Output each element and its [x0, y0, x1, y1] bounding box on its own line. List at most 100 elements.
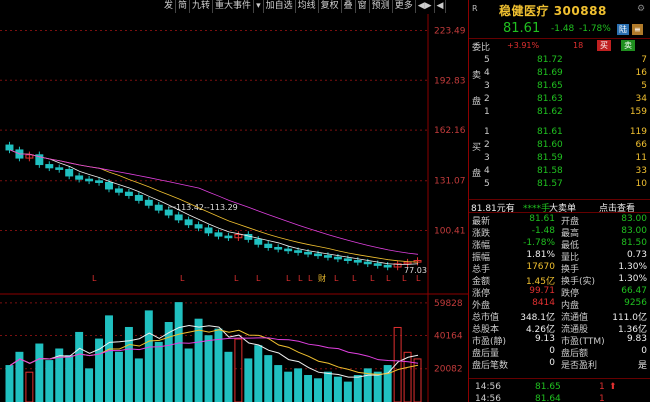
tick-volume: 1: [599, 382, 605, 392]
asks-row[interactable]: 卖 4 81.69 16: [469, 68, 650, 81]
stock-name-code: 稳健医疗 300888: [499, 4, 607, 18]
stat-value: 9.83: [626, 334, 647, 344]
weibi-row: 委比 +3.91% 18 买 卖: [469, 38, 650, 53]
menu-icon[interactable]: ≡: [632, 24, 643, 35]
volume-bar: [304, 375, 313, 402]
kline-chart[interactable]: 223.49 192.83 162.16 131.07 100.41 113.42--11…: [0, 14, 468, 402]
asks-row[interactable]: 3 81.65 5: [469, 81, 650, 94]
view-link[interactable]: 点击查看: [599, 201, 635, 214]
volume-bar: [284, 371, 293, 402]
volume-bar: [323, 371, 332, 402]
stat-value: 8414: [532, 298, 555, 308]
event-marker: L: [298, 274, 303, 283]
chart-toolbar: 发简九转 重大事件 ▾ 加自选 均线 复权叠窗预测 更多 ◀▶ ◀: [162, 0, 447, 13]
toolbar-item[interactable]: 简: [176, 0, 191, 13]
stat-value: 83.00: [621, 226, 647, 236]
volume-tick-label: 40164: [434, 331, 463, 341]
buy-button[interactable]: 买: [597, 40, 611, 51]
toolbar-item[interactable]: 加自选: [264, 0, 296, 13]
bids-side-label: 买: [472, 143, 482, 153]
asks-row[interactable]: 盘 2 81.63 34: [469, 94, 650, 107]
stats-row: 涨幅 -1.78% 最低 81.50: [469, 238, 650, 251]
hk-connect-badge[interactable]: 陆: [617, 24, 629, 35]
toolbar-item[interactable]: ◀▶: [416, 0, 435, 13]
toolbar-item[interactable]: 发: [162, 0, 177, 13]
toolbar-item[interactable]: 复权: [319, 0, 342, 13]
bids-row[interactable]: 3 81.59 11: [469, 153, 650, 166]
sell-button[interactable]: 卖: [621, 40, 635, 51]
stat-value: -1.48: [531, 226, 555, 236]
volume-bar: [333, 376, 342, 402]
candle-body: [363, 261, 372, 265]
volume-bar: [45, 360, 54, 402]
candle-body: [85, 178, 94, 182]
volume-bar: [154, 341, 163, 402]
bids-price: 81.60: [537, 140, 563, 150]
bids-price: 81.61: [537, 127, 563, 137]
stat-value: 1.30%: [618, 274, 647, 284]
price-change-pct: -1.78%: [579, 24, 611, 34]
volume-bar: [95, 338, 104, 402]
volume-bar: [403, 351, 412, 402]
toolbar-item[interactable]: ◀: [435, 0, 447, 13]
stats-row: 最新 81.61 开盘 83.00: [469, 214, 650, 227]
asks-row[interactable]: 5 81.72 7: [469, 55, 650, 68]
asks-row[interactable]: 1 81.62 159: [469, 107, 650, 120]
event-marker: L: [352, 274, 357, 283]
toolbar-item[interactable]: 均线: [296, 0, 319, 13]
candle-body: [144, 199, 153, 206]
volume-bar: [194, 318, 203, 402]
toolbar-item[interactable]: 重大事件: [213, 0, 255, 13]
bids-volume: 10: [635, 179, 647, 189]
bids-level: 1: [484, 127, 490, 137]
toolbar-item[interactable]: ▾: [254, 0, 264, 13]
stat-value: 99.71: [529, 286, 555, 296]
big-order-bar[interactable]: 81.81元有 ****手 大卖单 点击查看: [469, 199, 650, 214]
candle-body: [65, 168, 74, 177]
toolbar-item[interactable]: 预测: [370, 0, 393, 13]
candle-body: [105, 181, 113, 190]
event-marker: L: [256, 274, 261, 283]
event-marker: L: [92, 274, 97, 283]
candle-body: [114, 188, 123, 193]
volume-bar: [353, 375, 362, 402]
candle-body: [304, 251, 313, 255]
candle-body: [373, 263, 382, 266]
asks-level: 4: [484, 68, 490, 78]
candle-body: [174, 214, 183, 221]
weibi-label: 委比: [472, 43, 491, 53]
toolbar-item[interactable]: 九转: [190, 0, 214, 13]
volume-bar: [25, 371, 34, 402]
gear-icon[interactable]: ⚙: [637, 4, 645, 14]
candle-body: [55, 167, 64, 170]
candle-body: [274, 246, 283, 250]
price-tick-label: 223.49: [434, 26, 466, 36]
toolbar-item[interactable]: 窗: [356, 0, 370, 13]
event-marker: L: [402, 274, 407, 283]
candle-body: [194, 224, 203, 229]
weibi-value: +3.91%: [507, 41, 540, 50]
tick-row: 14:56 81.64 1: [469, 394, 650, 402]
bids-row[interactable]: 1 81.61 119: [469, 127, 650, 140]
candle-body: [134, 194, 143, 201]
bids-row[interactable]: 盘 4 81.58 33: [469, 166, 650, 179]
stats-row: 涨跌 -1.48 最高 83.00: [469, 226, 650, 239]
volume-bar: [105, 315, 113, 402]
toolbar-item[interactable]: 更多: [393, 0, 416, 13]
stats-row: 振幅 1.81% 量比 0.73: [469, 250, 650, 263]
stats-row: 金额 1.45亿 换手(实) 1.30%: [469, 274, 650, 287]
bids-row[interactable]: 5 81.57 10: [469, 179, 650, 192]
bids-row[interactable]: 买 2 81.60 66: [469, 140, 650, 153]
stats-row: 盘后笔数 0 是否盈利 是: [469, 358, 650, 371]
asks-volume: 16: [635, 68, 647, 78]
candle-body: [124, 191, 133, 196]
volume-bar: [134, 358, 143, 402]
stat-value: 17670: [526, 262, 555, 272]
event-marker: L: [370, 274, 375, 283]
stat-value: 81.61: [529, 214, 555, 224]
tick-row: 14:56 81.65 1 ⬆: [469, 382, 650, 394]
last-price: 81.61: [503, 21, 541, 36]
candle-body: [284, 248, 293, 252]
toolbar-item[interactable]: 叠: [342, 0, 356, 13]
candle-body: [154, 204, 163, 211]
